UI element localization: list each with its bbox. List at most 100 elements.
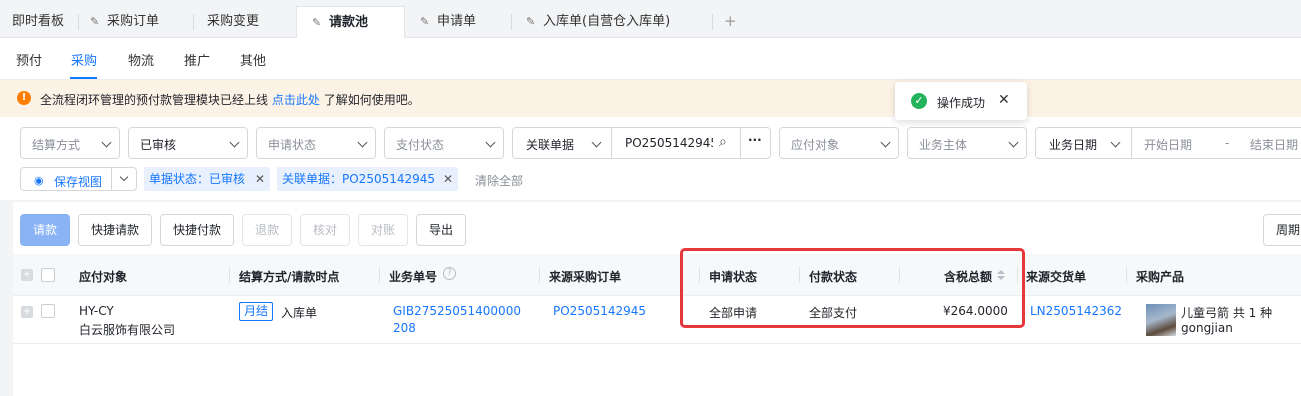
export-button[interactable]: 导出 <box>416 214 466 246</box>
product-sku: gongjian <box>1181 321 1233 335</box>
pin-icon[interactable]: ✎ <box>312 7 324 39</box>
table-row[interactable]: + HY-CY 白云服饰有限公司 月结 入库单 GIB2752505140000… <box>13 296 1301 344</box>
tab-payment-request-pool[interactable]: ✎ 请款池 <box>296 6 405 38</box>
notice-link[interactable]: 点击此处 <box>272 93 320 107</box>
product-summary[interactable]: 儿童弓箭 共 1 种 <box>1181 304 1272 321</box>
header-apply-status[interactable]: 申请状态 <box>709 268 757 285</box>
business-no-link-cont[interactable]: 208 <box>393 321 416 335</box>
tab-divider <box>193 14 194 30</box>
payment-status-value: 全部支付 <box>809 306 858 320</box>
clear-all-link[interactable]: 清除全部 <box>475 172 523 189</box>
close-icon[interactable]: ✕ <box>443 167 453 191</box>
business-no-link[interactable]: GIB27525051400000 <box>393 304 521 318</box>
pin-icon[interactable]: ✎ <box>420 6 432 38</box>
sub-tab-prepay[interactable]: 预付 <box>16 50 42 69</box>
expand-row-icon[interactable]: + <box>21 306 33 318</box>
reconcile-button[interactable]: 核对 <box>300 214 350 246</box>
column-divider <box>899 267 900 283</box>
select-placeholder: 支付状态 <box>396 138 445 152</box>
source-po-link[interactable]: PO2505142945 <box>553 304 646 318</box>
column-divider <box>699 267 700 283</box>
header-payment-status[interactable]: 付款状态 <box>809 268 857 285</box>
source-delivery-link[interactable]: LN2505142362 <box>1030 304 1122 318</box>
eye-icon: ◉ <box>34 174 44 187</box>
close-icon[interactable]: ✕ <box>998 92 1010 108</box>
expand-all-icon[interactable]: + <box>21 269 33 281</box>
related-doc-input[interactable]: PO2505142945 <box>625 136 713 150</box>
start-date-input[interactable]: 开始日期 <box>1144 136 1192 153</box>
tab-purchase-change[interactable]: 采购变更 <box>207 6 259 38</box>
sub-tab-promotion[interactable]: 推广 <box>184 50 210 69</box>
sub-tab-logistics[interactable]: 物流 <box>128 50 154 69</box>
payable-object-select[interactable]: 应付对象 <box>779 127 899 159</box>
pin-icon[interactable]: ✎ <box>90 6 102 38</box>
sub-tab-other[interactable]: 其他 <box>240 50 266 69</box>
apply-status-select[interactable]: 申请状态 <box>256 127 376 159</box>
related-doc-type[interactable]: 关联单据 <box>526 136 574 153</box>
settlement-method-select[interactable]: 结算方式 <box>20 127 120 159</box>
tab-label: 请款池 <box>329 15 369 30</box>
active-tab-indicator <box>70 77 97 79</box>
search-icon[interactable]: ⌕ <box>719 134 727 150</box>
quick-pay-button[interactable]: 快捷付款 <box>160 214 234 246</box>
save-view-label: 保存视图 <box>54 175 103 189</box>
filter-chip-related-doc: 关联单据：PO2505142945 ✕ <box>277 167 458 191</box>
tab-label: 即时看板 <box>12 14 65 29</box>
row-checkbox[interactable] <box>41 304 55 318</box>
payable-code: HY-CY <box>79 304 114 318</box>
total-with-tax-value: ¥264.0000 <box>943 304 1008 318</box>
end-date-input[interactable]: 结束日期 <box>1250 136 1298 153</box>
header-settlement[interactable]: 结算方式/请款时点 <box>239 268 339 285</box>
tab-dashboard[interactable]: 即时看板 <box>12 6 64 38</box>
column-divider <box>379 267 380 283</box>
tab-application[interactable]: ✎ 申请单 <box>420 6 476 38</box>
header-total-with-tax[interactable]: 含税总额 <box>944 268 992 285</box>
chevron-down-icon <box>1008 137 1019 148</box>
chevron-down-icon <box>1110 137 1121 148</box>
column-divider <box>1126 267 1127 283</box>
sort-up-icon <box>997 270 1005 274</box>
tab-label: 申请单 <box>437 14 477 29</box>
quick-request-button[interactable]: 快捷请款 <box>78 214 152 246</box>
close-icon[interactable]: ✕ <box>255 167 265 191</box>
business-entity-select[interactable]: 业务主体 <box>907 127 1027 159</box>
payment-status-select[interactable]: 支付状态 <box>384 127 504 159</box>
header-source-delivery[interactable]: 来源交货单 <box>1026 268 1086 285</box>
top-tab-bar: 即时看板 ✎ 采购订单 采购变更 ✎ 请款池 ✎ 申请单 ✎ 入库单(自营仓入库单) + <box>0 0 1301 38</box>
tab-purchase-order[interactable]: ✎ 采购订单 <box>90 6 159 38</box>
check-circle-icon: ✓ <box>911 93 927 109</box>
date-separator: - <box>1225 136 1230 150</box>
header-business-no[interactable]: 业务单号 <box>389 268 437 285</box>
request-payment-button[interactable]: 请款 <box>20 214 70 246</box>
date-range-filter: 业务日期 开始日期 - 结束日期 <box>1035 127 1301 159</box>
header-product[interactable]: 采购产品 <box>1136 268 1184 285</box>
header-payable-object[interactable]: 应付对象 <box>79 268 127 285</box>
add-tab-icon[interactable]: + <box>724 12 737 30</box>
sub-tab-purchase[interactable]: 采购 <box>71 50 97 69</box>
notice-text-after: 了解如何使用吧。 <box>323 93 420 107</box>
pin-icon[interactable]: ✎ <box>526 6 538 38</box>
tab-label: 采购变更 <box>207 14 260 29</box>
chevron-down-icon <box>591 137 602 148</box>
help-icon[interactable]: ? <box>443 267 456 280</box>
divider <box>111 168 112 190</box>
product-thumbnail[interactable] <box>1146 304 1176 336</box>
more-icon[interactable]: ··· <box>748 133 762 147</box>
select-all-checkbox[interactable] <box>41 268 55 282</box>
period-button[interactable]: 周期 <box>1263 214 1301 246</box>
main-content: 请款 快捷请款 快捷付款 退款 核对 对账 导出 周期 + 应付对象 结算方式/… <box>0 200 1301 396</box>
audit-status-select[interactable]: 已审核 <box>128 127 248 159</box>
date-type-select[interactable]: 业务日期 <box>1049 136 1097 153</box>
refund-button[interactable]: 退款 <box>242 214 292 246</box>
related-doc-search: 关联单据 PO2505142945 ⌕ ··· <box>512 127 771 159</box>
statement-button[interactable]: 对账 <box>358 214 408 246</box>
tab-divider <box>712 14 713 30</box>
tab-label: 入库单(自营仓入库单) <box>543 14 671 29</box>
save-view-button[interactable]: ◉ 保存视图 <box>20 167 137 191</box>
header-source-po[interactable]: 来源采购订单 <box>549 268 621 285</box>
chevron-down-icon[interactable] <box>119 172 129 182</box>
divider <box>611 128 612 158</box>
tab-inbound[interactable]: ✎ 入库单(自营仓入库单) <box>526 6 670 38</box>
chevron-down-icon <box>880 137 891 148</box>
column-divider <box>1017 267 1018 283</box>
